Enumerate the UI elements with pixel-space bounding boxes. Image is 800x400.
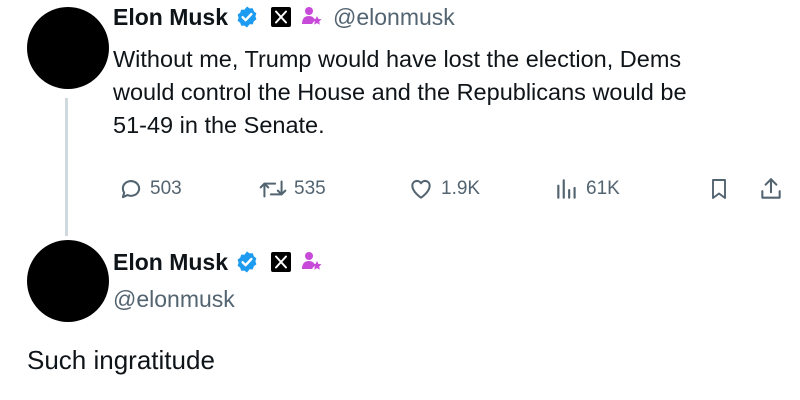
person-star-icon[interactable]	[301, 6, 323, 28]
tweet-header: Elon Musk @elonmusk	[113, 1, 455, 33]
like-button[interactable]: 1.9K	[407, 171, 480, 207]
author-name[interactable]: Elon Musk	[113, 249, 228, 276]
repost-arrows-icon	[258, 176, 288, 202]
bookmark-icon	[707, 176, 731, 202]
like-count: 1.9K	[441, 178, 481, 199]
share-upload-icon	[758, 176, 784, 202]
views-count: 61K	[586, 178, 620, 199]
bar-chart-icon	[554, 176, 580, 202]
author-handle[interactable]: @elonmusk	[333, 4, 455, 31]
tweet-actions-bar: 503 535 1.9K 61K	[113, 171, 795, 207]
tweet-text: Such ingratitude	[27, 345, 215, 375]
x-logo-icon[interactable]	[271, 252, 292, 272]
avatar[interactable]	[27, 240, 109, 322]
verified-badge-icon[interactable]	[235, 250, 259, 274]
x-logo-icon[interactable]	[271, 7, 292, 27]
tweet-header: Elon Musk	[113, 246, 323, 278]
tweet-text: Without me, Trump would have lost the el…	[113, 43, 793, 142]
author-handle[interactable]: @elonmusk	[113, 286, 235, 313]
verified-badge-icon[interactable]	[235, 5, 259, 29]
speech-bubble-icon	[118, 176, 144, 202]
person-star-icon[interactable]	[301, 251, 323, 273]
tweet-text-line: 51-49 in the Senate.	[113, 112, 325, 138]
author-name[interactable]: Elon Musk	[113, 4, 228, 31]
views-button[interactable]: 61K	[554, 171, 620, 207]
reply-count: 503	[150, 178, 182, 199]
repost-count: 535	[294, 178, 326, 199]
thread-connector-line	[65, 98, 68, 236]
reply-button[interactable]: 503	[118, 171, 182, 207]
share-button[interactable]	[758, 171, 784, 207]
tweet-text-line: would control the House and the Republic…	[113, 79, 687, 105]
heart-icon	[407, 176, 435, 202]
avatar[interactable]	[27, 7, 109, 89]
repost-button[interactable]: 535	[258, 171, 326, 207]
tweet-text-line: Without me, Trump would have lost the el…	[113, 46, 682, 72]
author-handle-row: @elonmusk	[113, 283, 235, 315]
bookmark-button[interactable]	[707, 171, 731, 207]
